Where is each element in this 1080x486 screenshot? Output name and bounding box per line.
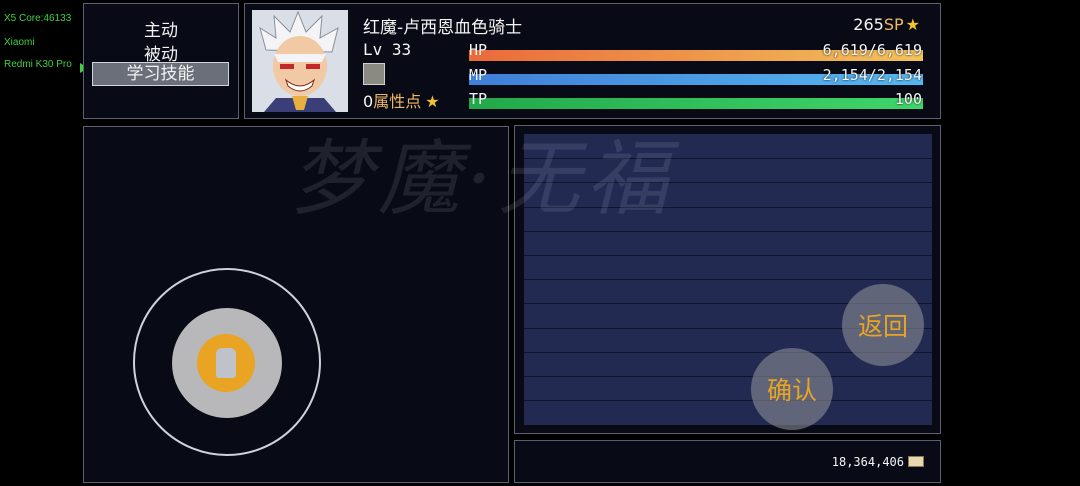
game-logo-watermark: 梦魔·无福 [290, 132, 675, 227]
level-value: 33 [391, 40, 412, 59]
attribute-points-label: 属性点 [373, 92, 422, 111]
character-name: 红魔-卢西恩血色骑士 [363, 18, 523, 38]
joystick-knob[interactable] [197, 334, 255, 392]
skill-points-unit: SP [883, 15, 904, 34]
joystick-base [172, 308, 282, 418]
confirm-button[interactable]: 确认 [751, 348, 833, 430]
debug-device-text: Redmi K30 Pro [4, 59, 72, 70]
level-label: Lv [363, 40, 383, 59]
gold-value: 18,364,406 [831, 455, 904, 469]
character-level: Lv 33 [363, 40, 411, 59]
menu-item-learn-skill[interactable]: 学习技能 [92, 62, 229, 86]
debug-vendor-text: Xiaomi [4, 37, 35, 48]
hp-label: HP [469, 41, 488, 59]
attribute-points-value: 0 [363, 92, 374, 111]
mp-label: MP [469, 66, 488, 84]
menu-item-active[interactable]: 主动 [84, 16, 238, 41]
gold-coin-icon [908, 456, 924, 467]
character-portrait [252, 10, 348, 112]
tp-value: 100 [894, 90, 922, 108]
skill-list-divider [524, 279, 932, 281]
skill-points-value: 265 [853, 15, 884, 34]
star-icon: ★ [905, 15, 920, 34]
skill-menu-panel: 主动 被动 学习技能 [83, 3, 239, 119]
attribute-points: 0属性点 ★ [363, 88, 440, 112]
gold-panel: 18,364,406 [514, 440, 941, 483]
skill-list-divider [524, 376, 932, 377]
skill-points: 265SP ★ [853, 15, 920, 34]
virtual-joystick[interactable] [133, 268, 321, 456]
back-button[interactable]: 返回 [842, 284, 924, 366]
skill-list-divider [524, 400, 932, 402]
skill-list-divider [524, 255, 932, 256]
star-icon: ★ [425, 92, 440, 111]
tp-bar [469, 98, 923, 109]
mp-value: 2,154/2,154 [822, 66, 922, 84]
gold-amount: 18,364,406 [832, 455, 924, 469]
player-sprite-icon [216, 348, 236, 378]
debug-core-text: X5 Core:46133 [4, 13, 72, 24]
status-effect-icon [363, 63, 385, 85]
hp-value: 6,619/6,619 [822, 41, 922, 59]
character-status-panel: 红魔-卢西恩血色骑士 265SP ★ Lv 33 0属性点 ★ HP MP TP 6… [244, 3, 941, 119]
tp-bar-fill [469, 98, 923, 109]
tp-label: TP [469, 90, 488, 108]
